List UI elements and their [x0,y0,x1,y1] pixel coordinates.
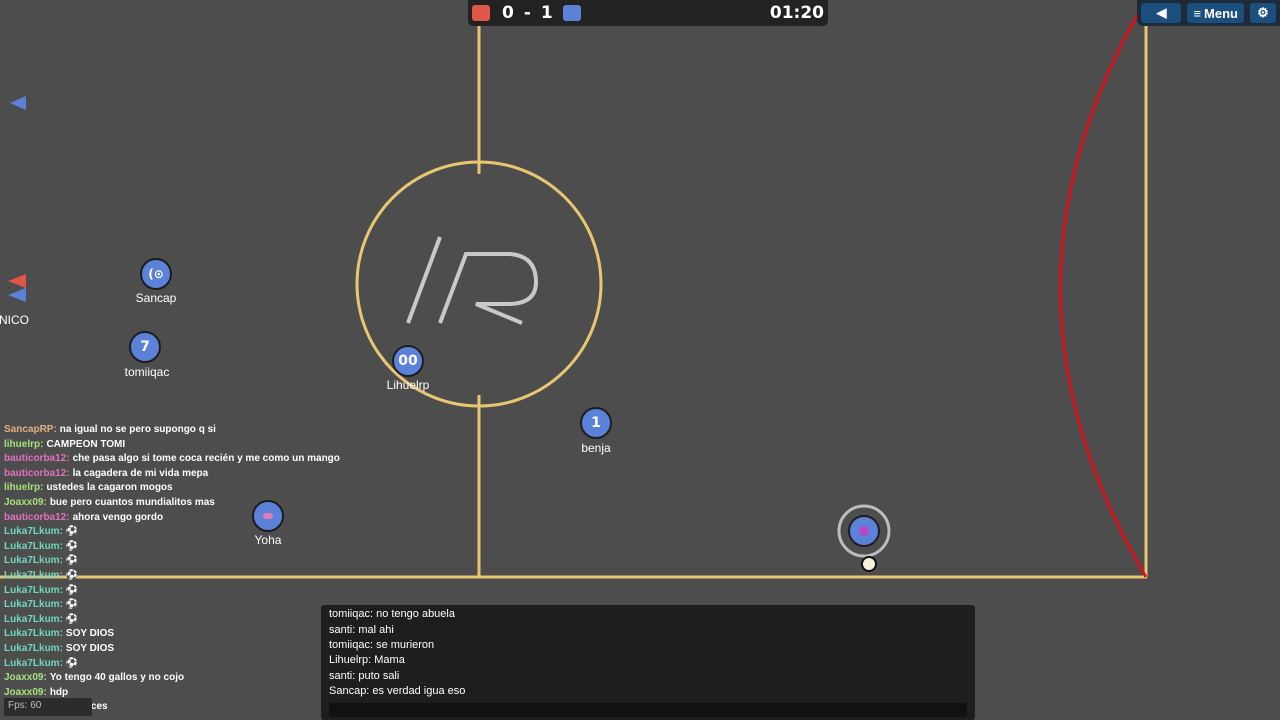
side-chat-text: ahora vengo gordo [72,511,164,523]
offscreen-arrow-blue-2 [8,288,26,302]
menu-label: Menu [1204,5,1238,21]
scoreboard: 0 - 1 01:20 [468,0,828,26]
side-chat-text: na igual no se pero supongo q si [59,424,216,435]
blue-score: 1 [540,3,553,23]
side-chat-author: Joaxx09: [4,686,47,698]
chat-message: tomiiqac: no tengo abuela [329,608,455,620]
red-score: 0 [502,3,514,23]
red-team-icon [472,5,490,21]
side-chat-text: CAMPEON TOMI [46,438,126,450]
side-chat-text: ustedes la cagaron mogos [46,482,173,494]
top-controls: ◀ ≡ Menu ⚙ [1137,0,1280,26]
side-chat-author: lihuelrp: [4,438,44,450]
side-chat-text: SOY DIOS [65,628,115,640]
side-chat-author: Luka7Lkum: [4,657,63,669]
chat-message: santi: puto sali [329,670,400,682]
player-disc-sancap: (⊙ [140,258,172,290]
hamburger-icon: ≡ [1193,5,1202,21]
side-chat-text: SOY DIOS [65,642,115,654]
side-chat-row: Luka7Lkum: ⚽ [4,569,384,584]
player-name-tomiiqac: tomiiqac [124,365,170,379]
goal-area-arc [1059,0,1148,578]
side-chat-author: SancapRP: [4,424,57,435]
side-chat-author: Luka7Lkum: [4,599,63,611]
chat-panel: tomiiqac: no tengo abuela santi: mal ahi… [321,605,975,720]
chat-message: Sancap: es verdad igua eso [329,685,466,697]
player-disc-benja: 1 [580,407,612,439]
active-player-avatar [859,526,869,536]
side-chat-text: ⚽ [65,613,79,625]
offscreen-arrow-red [8,274,26,288]
side-chat-author: Luka7Lkum: [4,584,63,596]
side-chat-author: Luka7Lkum: [4,642,63,654]
side-chat-text: la cagadera de mi vida mepa [72,467,209,479]
side-chat-author: Luka7Lkum: [4,569,63,581]
sound-button[interactable]: ◀ [1141,3,1182,23]
side-chat-row: bauticorba12: ahora vengo gordo [4,511,384,526]
side-chat-author: Joaxx09: [4,672,47,684]
player-disc-tomiiqac: 7 [129,331,161,363]
side-chat-row: Luka7Lkum: ⚽ [4,540,384,555]
side-chat-row: lihuelrp: CAMPEON TOMI [4,438,384,453]
player-name-benja: benja [581,441,611,455]
side-chat-row: Luka7Lkum: ⚽ [4,584,384,599]
side-chat-author: Luka7Lkum: [4,555,63,567]
player-name-lihuelrp: Lihuelrp [386,378,430,392]
speaker-icon: ◀ [1156,5,1167,20]
gear-icon: ⚙ [1257,5,1269,20]
side-chat-text: bue pero cuantos mundialitos mas [49,496,215,508]
chat-input[interactable] [329,703,967,717]
fps-counter: Fps: 60 [4,698,92,716]
side-chat-author: bauticorba12: [4,453,70,465]
side-chat-author: bauticorba12: [4,511,70,523]
side-chat-row: bauticorba12: la cagadera de mi vida mepa [4,467,384,482]
settings-button[interactable]: ⚙ [1250,3,1276,23]
side-chat-author: Joaxx09: [4,496,47,508]
player-number-lihuelrp: 00 [398,353,418,369]
side-chat-author: Luka7Lkum: [4,540,63,552]
side-chat-text: ⚽ [65,599,79,611]
side-chat-row: Luka7Lkum: ⚽ [4,525,384,540]
side-chat-author: Luka7Lkum: [4,628,63,640]
side-chat-text: ⚽ [65,657,79,669]
chat-message: tomiiqac: se murieron [329,639,435,651]
player-number-benja: 1 [591,415,601,431]
offscreen-arrow-blue [10,96,26,110]
side-chat-author: Luka7Lkum: [4,613,63,625]
chat-message: Lihuelrp: Mama [329,654,405,666]
player-name-nico: NICO [0,313,29,327]
side-chat-row: Joaxx09: bue pero cuantos mundialitos mas [4,496,384,511]
player-name-sancap: Sancap [135,291,177,305]
side-chat-text: Yo tengo 40 gallos y no cojo [49,672,185,684]
blue-team-icon [562,5,581,21]
menu-button[interactable]: ≡ Menu [1187,3,1244,23]
player-number-sancap: (⊙ [148,267,164,281]
center-logo [406,236,539,325]
side-chat-text: ⚽ [65,584,79,596]
side-chat-text: ⚽ [65,569,79,581]
side-chat-author: bauticorba12: [4,467,70,479]
side-chat-text: ⚽ [65,555,79,567]
player-number-tomiiqac: 7 [140,339,150,355]
ball [861,556,877,572]
player-disc-lihuelrp: 00 [392,345,424,377]
side-chat-text: ⚽ [65,526,79,538]
side-chat-row: SancapRP: na igual no se pero supongo q s… [4,423,384,438]
side-chat-row: Luka7Lkum: ⚽ [4,554,384,569]
score-separator: - [523,3,531,23]
side-chat-text: che pasa algo si tome coca recién y me c… [72,453,340,465]
chat-message: santi: mal ahi [329,624,394,636]
side-chat-text: hdp [49,686,69,698]
side-chat-author: lihuelrp: [4,482,44,494]
side-chat-author: Luka7Lkum: [4,526,63,538]
match-timer: 01:20 [769,3,824,23]
side-chat-text: ⚽ [65,540,79,552]
side-chat-row: bauticorba12: che pasa algo si tome coca … [4,452,384,467]
side-chat-row: lihuelrp: ustedes la cagaron mogos [4,481,384,496]
